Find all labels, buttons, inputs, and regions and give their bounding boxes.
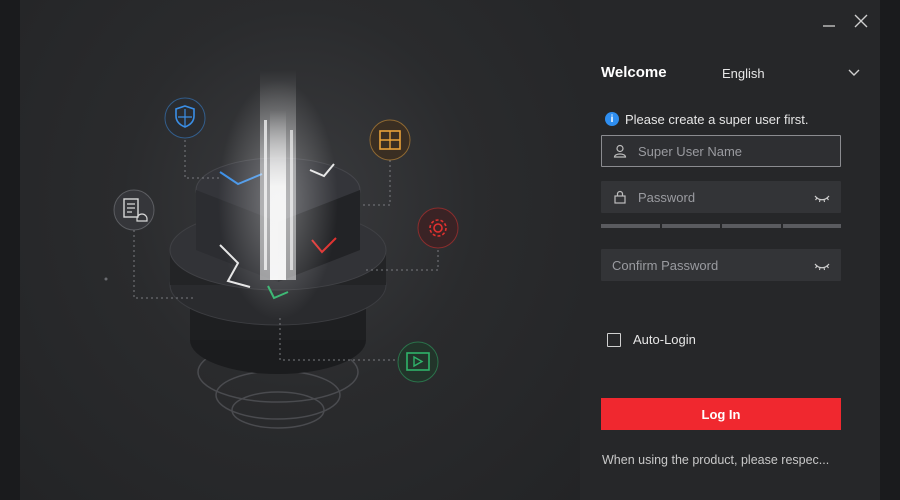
strength-segment bbox=[782, 224, 841, 228]
light-beam bbox=[218, 70, 338, 320]
auto-login-checkbox[interactable] bbox=[607, 332, 621, 347]
user-icon bbox=[613, 144, 627, 158]
confirm-password-field[interactable] bbox=[601, 249, 841, 281]
document-bell-icon bbox=[113, 189, 155, 231]
info-icon: i bbox=[605, 112, 619, 126]
confirm-password-input[interactable] bbox=[612, 250, 782, 280]
password-strength-meter bbox=[601, 224, 841, 228]
info-message: i Please create a super user first. bbox=[605, 110, 809, 128]
language-value: English bbox=[722, 66, 765, 81]
eye-closed-icon[interactable] bbox=[814, 260, 830, 272]
password-input[interactable] bbox=[638, 182, 808, 212]
login-panel: Welcome English i Please create a super … bbox=[601, 0, 861, 500]
video-play-icon bbox=[397, 341, 439, 383]
lock-icon bbox=[614, 190, 626, 204]
star-dot bbox=[104, 277, 108, 281]
login-button[interactable]: Log In bbox=[601, 398, 841, 430]
strength-segment bbox=[661, 224, 720, 228]
hero-svg bbox=[104, 70, 459, 429]
strength-segment bbox=[722, 224, 781, 228]
language-select[interactable]: English bbox=[721, 62, 861, 86]
auto-login-label: Auto-Login bbox=[633, 332, 696, 347]
hero-illustration bbox=[20, 0, 580, 500]
chevron-down-icon bbox=[848, 69, 860, 76]
right-gutter bbox=[880, 0, 900, 500]
welcome-title: Welcome bbox=[601, 64, 667, 81]
password-field[interactable] bbox=[601, 181, 841, 213]
welcome-row: Welcome English bbox=[601, 62, 861, 86]
username-input[interactable] bbox=[638, 136, 808, 166]
info-text: Please create a super user first. bbox=[625, 111, 809, 127]
login-window: Welcome English i Please create a super … bbox=[20, 0, 880, 500]
strength-segment bbox=[601, 224, 660, 228]
grid-window-icon bbox=[369, 119, 411, 161]
username-field[interactable] bbox=[601, 135, 841, 167]
left-gutter bbox=[0, 0, 20, 500]
eye-closed-icon[interactable] bbox=[814, 192, 830, 204]
gear-icon bbox=[417, 207, 459, 249]
footer-note[interactable]: When using the product, please respec... bbox=[602, 453, 847, 467]
shield-icon bbox=[164, 97, 206, 139]
auto-login-option[interactable]: Auto-Login bbox=[607, 332, 696, 347]
